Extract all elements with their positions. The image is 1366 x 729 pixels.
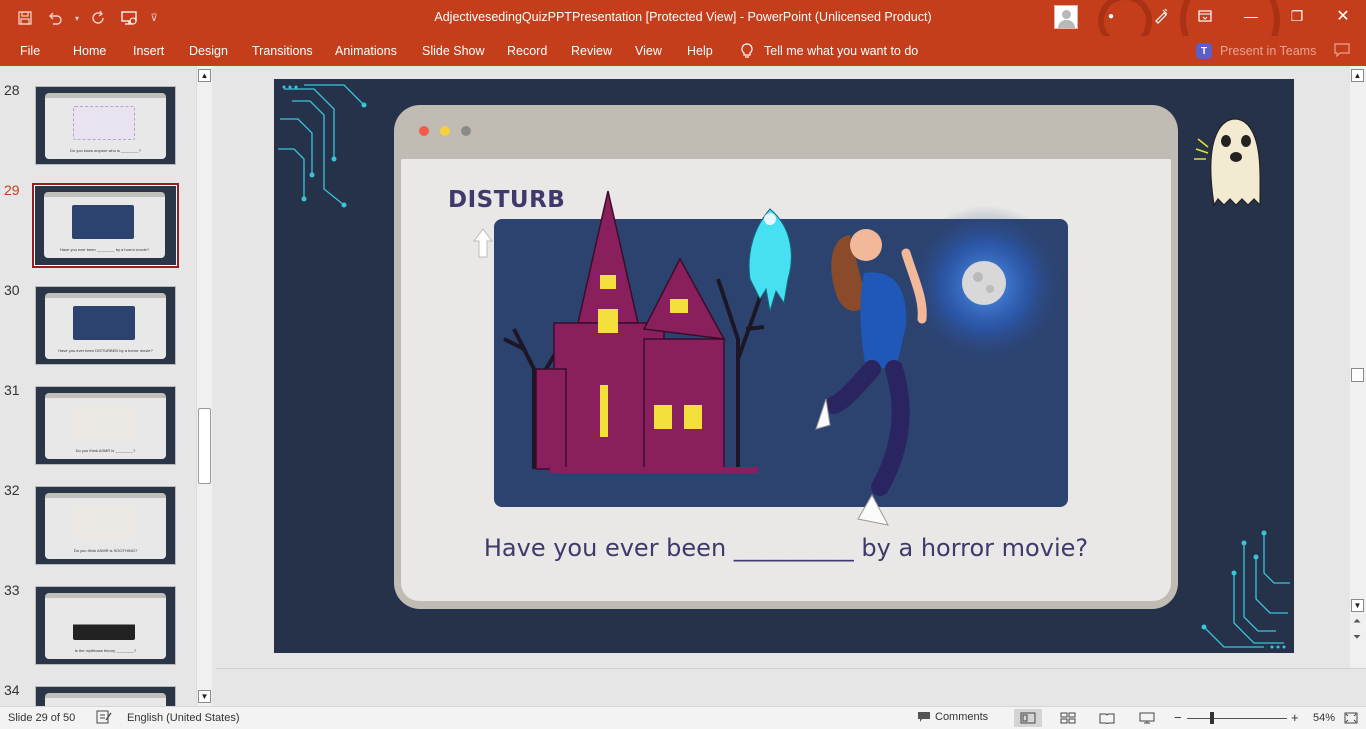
previous-slide-icon[interactable]: ⏶ [1353,616,1361,627]
slide-counter[interactable]: Slide 29 of 50 [8,712,75,724]
tab-transitions[interactable]: Transitions [252,44,313,58]
tell-me-label: Tell me what you want to do [764,44,919,58]
present-in-teams-button[interactable]: T Present in Teams [1196,43,1316,59]
question-text[interactable]: Have you ever been __________ by a horro… [394,534,1178,562]
scroll-thumb[interactable] [1351,368,1364,382]
tab-insert[interactable]: Insert [133,44,164,58]
tab-view[interactable]: View [635,44,662,58]
close-icon[interactable]: ✕ [1320,0,1366,32]
account-avatar[interactable] [1054,5,1078,29]
slide-thumbnail-30[interactable]: Have you ever been DISTURBED by a horror… [35,286,176,365]
zoom-in-button[interactable]: + [1291,710,1299,725]
thumb-number: 29 [4,182,20,198]
scroll-thumb[interactable] [198,408,211,484]
thumb-caption: Have you ever been ________ by a horror … [59,247,150,252]
ribbon-tabs: File Home Insert Design Transitions Anim… [0,36,1366,66]
comment-icon [918,712,930,722]
slide-29[interactable]: DISTURB Have you ever been __________ by… [274,79,1294,653]
scroll-down-arrow[interactable]: ▼ [1351,599,1364,612]
spellcheck-icon[interactable] [96,710,112,727]
minimize-dot [440,126,450,136]
undo-icon[interactable] [42,6,68,30]
customize-qat-icon[interactable]: ⊽ [146,6,162,30]
slide-thumbnail-29[interactable]: Have you ever been ________ by a horror … [32,183,179,268]
slide-thumbnail-28[interactable]: Do you know anyone who is ________? [35,86,176,165]
teams-icon: T [1196,43,1212,59]
thumb-number: 31 [4,382,20,398]
thumb-number: 30 [4,282,20,298]
slideshow-view-icon[interactable] [1133,709,1161,727]
slide-sorter-icon[interactable] [1054,709,1082,727]
ghost-illustration [1194,118,1261,207]
present-from-start-icon[interactable] [116,6,142,30]
slide-thumbnail-31[interactable]: Do you think ASMR is ________? [35,386,176,465]
thumb-caption: Do you think ASMR is ________? [75,448,136,453]
zoom-slider[interactable] [1187,718,1287,719]
tab-review[interactable]: Review [571,44,612,58]
tab-slide-show[interactable]: Slide Show [422,44,485,58]
chevron-down-icon[interactable]: ▾ [72,6,82,30]
canvas-scrollbar[interactable]: ▲ ▼ ⏶ ⏷ [1350,66,1366,668]
tell-me-search[interactable]: Tell me what you want to do [740,43,918,59]
slide-thumbnail-32[interactable]: Do you think ASMR is SOOTHING? [35,486,176,565]
slide-thumbnail-34[interactable] [35,686,176,706]
thumbnail-scrollbar[interactable]: ▲ ▼ [196,66,212,706]
thumb-caption: Is the mythbase theory ________? [74,648,137,653]
circuit-decoration [278,84,367,208]
horror-scene-image[interactable] [494,190,1068,526]
notes-divider [216,668,1366,706]
thumb-number: 33 [4,582,20,598]
tab-animations[interactable]: Animations [335,44,397,58]
title-bar: ▾ ⊽ AdjectivesedingQuizPPTPresentation [… [0,0,1366,70]
minimize-icon[interactable]: — [1228,0,1274,32]
comments-button[interactable]: Comments [917,711,988,723]
next-slide-icon[interactable]: ⏷ [1353,632,1361,643]
comments-label: Comments [935,711,989,723]
thumb-caption: Do you know anyone who is ________? [70,148,141,153]
thumb-number: 28 [4,82,20,98]
thumb-caption: Have you ever been DISTURBED by a horror… [58,348,153,353]
tab-design[interactable]: Design [189,44,228,58]
up-arrow-icon [473,228,493,258]
maximize-dot [461,126,471,136]
circuit-decoration [1201,530,1290,649]
tab-home[interactable]: Home [73,44,106,58]
pen-icon[interactable] [1138,0,1184,32]
ribbon-display-icon[interactable] [1182,0,1228,32]
scroll-down-arrow[interactable]: ▼ [198,690,211,703]
language-indicator[interactable]: English (United States) [127,712,240,724]
slide-title[interactable]: DISTURB [448,187,565,213]
slide-thumbnail-panel: 28 Do you know anyone who is ________? 2… [0,66,216,706]
tab-help[interactable]: Help [687,44,713,58]
tab-record[interactable]: Record [507,44,547,58]
status-bar: Slide 29 of 50 English (United States) C… [0,706,1366,729]
thumb-number: 32 [4,482,20,498]
close-dot [419,126,429,136]
normal-view-icon[interactable] [1014,709,1042,727]
reading-view-icon[interactable] [1093,709,1121,727]
thumb-number: 34 [4,682,20,698]
zoom-slider-knob[interactable] [1210,712,1214,724]
tab-file[interactable]: File [20,44,40,58]
scroll-up-arrow[interactable]: ▲ [1351,69,1364,82]
fit-to-window-icon[interactable] [1339,709,1363,727]
save-icon[interactable] [12,6,38,30]
quick-access-toolbar: ▾ ⊽ [12,6,162,30]
redo-icon[interactable] [86,6,112,30]
present-in-teams-label: Present in Teams [1220,44,1317,58]
restore-icon[interactable]: ❐ [1274,0,1320,32]
slide-thumbnail-33[interactable]: Is the mythbase theory ________? [35,586,176,665]
zoom-out-button[interactable]: − [1174,710,1182,725]
zoom-level[interactable]: 54% [1313,712,1335,724]
scroll-up-arrow[interactable]: ▲ [198,69,211,82]
comment-icon[interactable] [1334,43,1350,60]
thumb-caption: Do you think ASMR is SOOTHING? [73,548,138,553]
dot-icon: ● [1107,10,1115,22]
lightbulb-icon [741,43,753,58]
